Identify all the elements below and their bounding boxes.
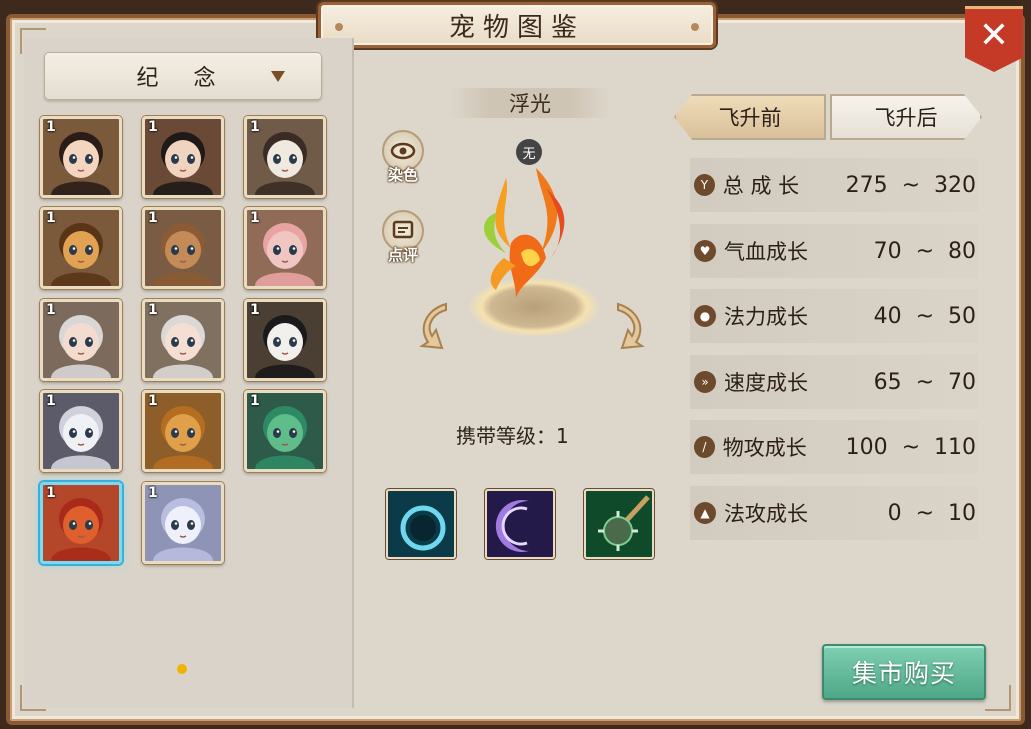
close-icon: ✕ [978, 15, 1010, 56]
pet-level-badge: 1 [250, 119, 260, 135]
pet-level-badge: 1 [46, 393, 56, 409]
pet-slot-tiger-cat[interactable]: 1 [40, 207, 122, 289]
pet-level-badge: 1 [148, 393, 158, 409]
pet-level-badge: 1 [250, 210, 260, 226]
dye-button[interactable]: 染色 [380, 130, 426, 190]
dye-label: 染色 [387, 166, 418, 184]
pet-level-badge: 1 [46, 485, 56, 501]
skill-slot-2[interactable] [485, 489, 555, 559]
pet-slot-girl-dark-hair[interactable]: 1 [40, 116, 122, 198]
pet-slot-boy-dark-hair[interactable]: 1 [142, 116, 224, 198]
crescent-skill-icon [487, 491, 553, 557]
pet-slot-pink-rabbit[interactable]: 1 [244, 207, 326, 289]
stat-row-mana-growth: ● 法力成长 40 ~ 50 [690, 289, 978, 343]
rotate-left-icon [419, 302, 447, 350]
stat-row-speed-growth: » 速度成长 65 ~ 70 [690, 355, 978, 409]
stat-value: 65 ~ 70 [873, 369, 976, 395]
pet-slot-green-dragon[interactable]: 1 [244, 390, 326, 472]
growth-icon: Y [694, 174, 715, 196]
market-buy-button[interactable]: 集市购买 [822, 644, 986, 700]
skill-slot-3[interactable] [584, 489, 654, 559]
stat-name: 法力成长 [724, 305, 808, 329]
pet-level-badge: 1 [46, 302, 56, 318]
pet-level-badge: 1 [250, 393, 260, 409]
rotate-right-button[interactable] [608, 300, 652, 350]
mace-skill-icon [586, 491, 652, 557]
stat-row-hp-growth: ♥ 气血成长 70 ~ 80 [690, 224, 978, 278]
category-dropdown[interactable]: 纪 念 [44, 52, 322, 100]
category-dropdown-label: 纪 念 [136, 66, 230, 91]
stat-row-total-growth: Y 总 成 长 275 ~ 320 [690, 158, 978, 212]
flame-icon: ▲ [694, 502, 716, 524]
rotate-right-icon [617, 302, 645, 350]
review-label: 点评 [387, 246, 418, 264]
plaque-ornament-icon [335, 23, 343, 31]
stat-row-physical-attack-growth: / 物攻成长 100 ~ 110 [690, 420, 978, 474]
pet-slot-red-phoenix[interactable]: 1 [40, 482, 122, 564]
tab-pre-ascension[interactable]: 飞升前 [674, 94, 826, 140]
stat-value: 100 ~ 110 [845, 434, 976, 460]
stat-value: 70 ~ 80 [873, 238, 976, 264]
pet-level-badge: 1 [148, 485, 158, 501]
title-plaque: 宠物图鉴 [318, 2, 716, 48]
ring-skill-icon [388, 491, 454, 557]
pet-level-badge: 1 [46, 119, 56, 135]
pet-name: 浮光 [450, 88, 610, 118]
drop-icon: ● [694, 305, 716, 327]
pet-level-badge: 1 [148, 119, 158, 135]
pet-slot-silver-hair-girl[interactable]: 1 [142, 299, 224, 381]
window-title: 宠物图鉴 [448, 12, 585, 43]
tab-post-ascension[interactable]: 飞升后 [830, 94, 982, 140]
speed-icon: » [694, 371, 716, 393]
pet-level-badge: 1 [46, 210, 56, 226]
pet-slot-white-rabbit[interactable]: 1 [142, 482, 224, 564]
stat-row-magic-attack-growth: ▲ 法攻成长 0 ~ 10 [690, 486, 978, 540]
skill-slot-1[interactable] [386, 489, 456, 559]
market-buy-label: 集市购买 [851, 659, 956, 688]
sword-icon: / [694, 436, 715, 458]
pet-list-panel: 纪 念 1 1 1 1 1 1 1 1 1 1 1 1 1 1 [24, 38, 354, 708]
stat-value: 275 ~ 320 [845, 172, 976, 198]
heart-icon: ♥ [694, 240, 716, 262]
ascension-tabs: 飞升前 飞升后 [674, 94, 988, 140]
frame-corner-ornament [985, 685, 1011, 711]
stat-name: 气血成长 [724, 240, 808, 264]
page-indicator-dot [177, 664, 187, 674]
rotate-left-button[interactable] [412, 300, 456, 350]
phoenix-pet-model [484, 168, 565, 298]
carry-level-text: 携带等级：1 [456, 424, 569, 448]
stat-name: 速度成长 [724, 371, 808, 395]
stat-name: 物攻成长 [722, 436, 807, 460]
pet-level-badge: 1 [148, 210, 158, 226]
pet-slot-white-bear[interactable]: 1 [40, 390, 122, 472]
plaque-ornament-icon [691, 23, 699, 31]
stat-value: 0 ~ 10 [887, 500, 976, 526]
pet-slot-siamese-cat[interactable]: 1 [244, 116, 326, 198]
pet-slot-deer[interactable]: 1 [142, 207, 224, 289]
stat-name: 法攻成长 [724, 502, 808, 526]
pet-level-badge: 1 [250, 302, 260, 318]
review-button[interactable]: 点评 [380, 210, 426, 270]
stat-value: 40 ~ 50 [873, 303, 976, 329]
pet-slot-golden-lion[interactable]: 1 [142, 390, 224, 472]
stat-name: 总 成 长 [722, 174, 800, 198]
pet-slot-silver-hair-boy[interactable]: 1 [40, 299, 122, 381]
pet-slot-panda[interactable]: 1 [244, 299, 326, 381]
chevron-down-icon [271, 71, 285, 82]
pet-level-badge: 1 [148, 302, 158, 318]
